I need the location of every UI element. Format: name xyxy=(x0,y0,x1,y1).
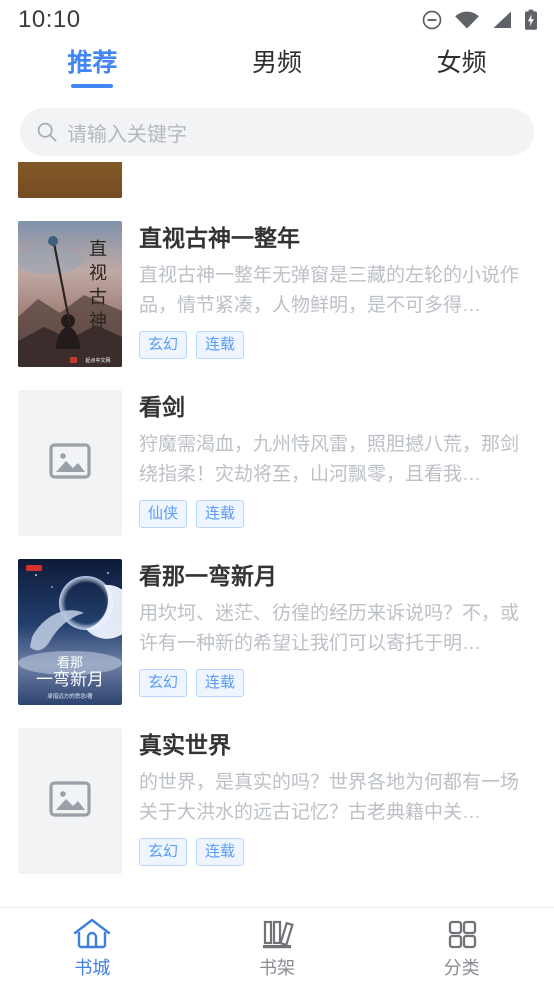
tab-female-channel[interactable]: 女频 xyxy=(369,47,554,88)
book-tags: 玄幻 连载 xyxy=(139,838,536,866)
book-title: 看剑 xyxy=(139,394,185,420)
search-placeholder: 请输入关键字 xyxy=(67,123,187,146)
search-icon xyxy=(36,121,58,143)
svg-text:一弯新月: 一弯新月 xyxy=(36,670,104,689)
svg-text:看那: 看那 xyxy=(57,655,83,670)
image-placeholder-icon xyxy=(49,442,91,484)
status-bar: 10:10 xyxy=(0,0,554,40)
tab-label: 男频 xyxy=(251,49,302,77)
book-info: 看那一弯新月 用坎坷、迷茫、彷徨的经历来诉说吗？不，或许有一种新的希望让我们可以… xyxy=(139,559,536,705)
list-item[interactable]: 直 视 古 神 起点中文网 直视古神一整年 直视古神一整年无弹窗是三藏的左轮的小… xyxy=(18,211,536,380)
nav-item-bookstore[interactable]: 书城 xyxy=(0,916,185,978)
list-item[interactable]: 看剑 狩魔需渴血，九州恃风雷，照胆撼八荒，那剑绕指柔！灾劫将至，山河飘零，且看我… xyxy=(18,380,536,549)
svg-text:古: 古 xyxy=(89,287,107,307)
book-description: 的世界，是真实的吗？世界各地为何都有一场关于大洪水的远古记忆？古老典籍中关… xyxy=(139,772,520,823)
tag-status[interactable]: 连载 xyxy=(196,838,245,866)
book-cover xyxy=(18,390,122,536)
svg-text:承措远方的思念/著: 承措远方的思念/著 xyxy=(47,692,93,700)
nav-label: 书城 xyxy=(74,957,111,978)
wifi-icon xyxy=(454,10,480,30)
book-info: 直视古神一整年 直视古神一整年无弹窗是三藏的左轮的小说作品，情节紧凑，人物鲜明，… xyxy=(139,221,536,367)
book-cover: 起点中文网 xyxy=(18,162,122,198)
tag-genre[interactable]: 玄幻 xyxy=(139,331,188,359)
tab-active-indicator xyxy=(441,84,483,88)
book-description: 狩魔需渴血，九州恃风雷，照胆撼八荒，那剑绕指柔！灾劫将至，山河飘零，且看我… xyxy=(139,434,520,485)
cover-art-terrain: 起点中文网 xyxy=(18,162,122,198)
image-placeholder-icon xyxy=(49,780,91,822)
nav-item-category[interactable]: 分类 xyxy=(369,916,554,978)
book-title: 直视古神一整年 xyxy=(139,225,300,251)
signal-icon xyxy=(491,10,513,30)
book-cover xyxy=(18,728,122,874)
category-tabs: 推荐 男频 女频 xyxy=(0,40,554,102)
list-item[interactable]: 真实世界 的世界，是真实的吗？世界各地为何都有一场关于大洪水的远古记忆？古老典籍… xyxy=(18,718,536,887)
tag-genre[interactable]: 玄幻 xyxy=(139,669,188,697)
svg-text:直: 直 xyxy=(89,239,107,259)
tag-status[interactable]: 连载 xyxy=(196,500,245,528)
book-list[interactable]: 起点中文网 玄幻 连载 xyxy=(0,162,554,907)
status-time: 10:10 xyxy=(18,6,81,33)
tag-status[interactable]: 连载 xyxy=(196,331,245,359)
nav-label: 分类 xyxy=(443,957,480,978)
book-description: 直视古神一整年无弹窗是三藏的左轮的小说作品，情节紧凑，人物鲜明，是不可多得… xyxy=(139,265,520,316)
svg-text:视: 视 xyxy=(89,263,107,283)
status-icon-group xyxy=(421,9,538,31)
book-tags: 玄幻 连载 xyxy=(139,331,536,359)
do-not-disturb-icon xyxy=(421,9,443,31)
tab-label: 女频 xyxy=(436,49,487,77)
book-tags: 玄幻 连载 xyxy=(139,669,536,697)
svg-text:神: 神 xyxy=(89,311,107,331)
grid-icon xyxy=(442,916,482,952)
book-info: 玄幻 连载 xyxy=(139,162,536,198)
book-title: 真实世界 xyxy=(139,732,231,758)
book-cover: 直 视 古 神 起点中文网 xyxy=(18,221,122,367)
book-description: 用坎坷、迷茫、彷徨的经历来诉说吗？不，或许有一种新的希望让我们可以寄托于明… xyxy=(139,603,520,654)
nav-label: 书架 xyxy=(259,957,295,978)
battery-charging-icon xyxy=(524,9,538,31)
book-info: 看剑 狩魔需渴血，九州恃风雷，照胆撼八荒，那剑绕指柔！灾劫将至，山河飘零，且看我… xyxy=(139,390,536,536)
tag-genre[interactable]: 仙侠 xyxy=(139,500,188,528)
book-info: 真实世界 的世界，是真实的吗？世界各地为何都有一场关于大洪水的远古记忆？古老典籍… xyxy=(139,728,536,874)
tab-male-channel[interactable]: 男频 xyxy=(185,47,370,88)
tab-label: 推荐 xyxy=(67,49,118,77)
search-bar-container: 请输入关键字 xyxy=(0,102,554,162)
book-cover: 看那 一弯新月 承措远方的思念/著 xyxy=(18,559,122,705)
tab-recommend[interactable]: 推荐 xyxy=(0,47,185,88)
cover-art-ancient-god: 直 视 古 神 起点中文网 xyxy=(18,221,122,367)
home-icon xyxy=(72,916,112,952)
list-item[interactable]: 起点中文网 玄幻 连载 xyxy=(18,162,536,211)
tab-active-indicator xyxy=(71,84,114,88)
app-screen: 10:10 推荐 男频 女频 请输入关键字 直 视 古 神 起点中文网 直视古神… xyxy=(0,0,554,985)
svg-text:起点中文网: 起点中文网 xyxy=(85,357,110,364)
bookshelf-icon xyxy=(257,916,297,952)
search-input[interactable]: 请输入关键字 xyxy=(20,108,534,156)
cover-art-crescent-moon: 看那 一弯新月 承措远方的思念/著 xyxy=(18,559,122,705)
list-item[interactable]: 看那 一弯新月 承措远方的思念/著 看那一弯新月 用坎坷、迷茫、彷徨的经历来诉说… xyxy=(18,549,536,718)
tag-genre[interactable]: 玄幻 xyxy=(139,838,188,866)
book-title: 看那一弯新月 xyxy=(139,563,277,589)
tab-active-indicator xyxy=(256,84,298,88)
tag-status[interactable]: 连载 xyxy=(196,669,245,697)
book-tags: 仙侠 连载 xyxy=(139,500,536,528)
nav-item-bookshelf[interactable]: 书架 xyxy=(185,916,370,978)
bottom-navigation: 书城 书架 分类 xyxy=(0,907,554,985)
